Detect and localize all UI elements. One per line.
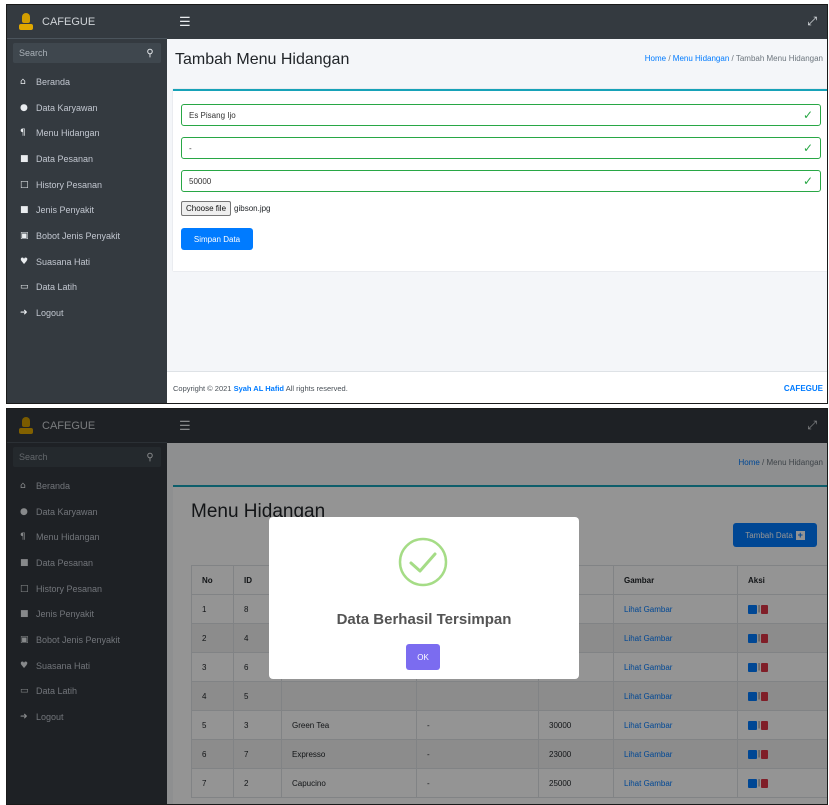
sidebar-item[interactable]: ■ Jenis Penyakit: [7, 197, 167, 223]
author-link[interactable]: Syah AL Hafid: [234, 384, 284, 393]
logout-icon: ➜: [20, 308, 28, 319]
sidebar-item-label: Data Latih: [36, 282, 78, 293]
sidebar-item-label: History Pesanan: [36, 179, 103, 190]
breadcrumb-current: Tambah Menu Hidangan: [735, 54, 823, 63]
choose-file-button[interactable]: Choose file: [181, 201, 232, 216]
sidebar-menu: ⌂ Beranda ● Data Karyawan ¶ Menu Hidangan ■…: [7, 69, 167, 326]
user-icon: ●: [20, 102, 28, 113]
brand-link[interactable]: CAFEGUE: [7, 5, 167, 39]
main-content: Tambah Menu Hidangan Home / Menu Hidanga…: [167, 39, 827, 403]
copyright-text: Copyright © 2021: [173, 384, 232, 393]
sidebar-item-label: Jenis Penyakit: [36, 205, 95, 216]
sidebar-item[interactable]: □ History Pesanan: [7, 172, 167, 198]
sidebar-item[interactable]: ⌂ Beranda: [7, 69, 167, 95]
success-check-icon: [398, 537, 448, 587]
copyright: Copyright © 2021 Syah AL Hafid All right…: [173, 384, 348, 393]
valid-check-icon: ✓: [802, 174, 813, 188]
file-icon: ■: [20, 153, 29, 164]
content-header: Tambah Menu Hidangan Home / Menu Hidanga…: [167, 39, 827, 79]
menu-description-value: -: [189, 143, 192, 153]
save-button[interactable]: Simpan Data: [181, 228, 253, 250]
laptop-icon: ▭: [20, 282, 29, 293]
sidebar-item-label: Logout: [36, 308, 64, 319]
selected-filename: gibson.jpg: [234, 204, 271, 213]
breadcrumb-home[interactable]: Home: [645, 54, 666, 63]
sidebar-item[interactable]: ¶ Menu Hidangan: [7, 120, 167, 146]
home-icon: ⌂: [20, 76, 26, 87]
add-menu-screen: ☰ ⤢ CAFEGUE Search ⚲ ⌂ Beranda ● Data Kary…: [6, 4, 828, 404]
breadcrumb: Home / Menu Hidangan / Tambah Menu Hidan…: [645, 54, 823, 63]
sidebar-search-input[interactable]: Search ⚲: [13, 43, 161, 63]
sidebar-item[interactable]: ♥ Suasana Hati: [7, 249, 167, 275]
sidebar-item[interactable]: ▣ Bobot Jenis Penyakit: [7, 223, 167, 249]
sidebar-item[interactable]: ▭ Data Latih: [7, 275, 167, 301]
page-title: Tambah Menu Hidangan: [175, 51, 350, 68]
search-placeholder: Search: [19, 48, 48, 58]
sidebar: Search ⚲ ⌂ Beranda ● Data Karyawan ¶ Menu H…: [7, 39, 167, 403]
brand-logo-icon: [19, 12, 33, 31]
menu-price-value: 50000: [189, 176, 212, 186]
breadcrumb-sep: /: [731, 54, 734, 63]
rights-text: All rights reserved.: [285, 384, 348, 393]
sidebar-item[interactable]: ● Data Karyawan: [7, 95, 167, 121]
footer-brand: CAFEGUE: [783, 384, 823, 393]
sidebar-item-label: Bobot Jenis Penyakit: [36, 230, 121, 241]
valid-check-icon: ✓: [802, 108, 813, 122]
sidebar-item-label: Suasana Hati: [36, 256, 91, 267]
modal-message: Data Berhasil Tersimpan: [336, 611, 512, 628]
breadcrumb-sep: /: [668, 54, 671, 63]
ok-button[interactable]: OK: [406, 644, 440, 670]
utensils-icon: ¶: [20, 128, 26, 139]
sidebar-item-label: Data Karyawan: [36, 102, 98, 113]
menu-name-value: Es Pisang Ijo: [189, 110, 236, 120]
sidebar-item[interactable]: ➜ Logout: [7, 300, 167, 326]
valid-check-icon: ✓: [802, 141, 813, 155]
brand-name: CAFEGUE: [42, 15, 96, 28]
id-card-icon: ▣: [20, 230, 29, 241]
form-card: Es Pisang Ijo ✓ - ✓ 50000 ✓ Choose file …: [173, 89, 827, 271]
menu-list-screen: ☰ ⤢ CAFEGUE Search ⚲ ⌂ Beranda ● Data Kary…: [6, 408, 828, 805]
sidebar-item[interactable]: ■ Data Pesanan: [7, 146, 167, 172]
clipboard-icon: □: [20, 179, 29, 190]
success-modal: Data Berhasil Tersimpan OK: [269, 517, 579, 679]
sidebar-item-label: Menu Hidangan: [36, 128, 100, 139]
menu-name-field[interactable]: Es Pisang Ijo ✓: [181, 104, 821, 126]
heart-icon: ♥: [20, 256, 29, 267]
search-icon[interactable]: ⚲: [139, 43, 161, 63]
hamburger-menu-icon[interactable]: ☰: [179, 14, 191, 30]
breadcrumb-parent[interactable]: Menu Hidangan: [673, 54, 729, 63]
medkit-icon: ■: [20, 205, 29, 216]
footer: Copyright © 2021 Syah AL Hafid All right…: [167, 371, 827, 403]
sidebar-item-label: Beranda: [36, 76, 71, 87]
sidebar-item-label: Data Pesanan: [36, 153, 94, 164]
menu-description-field[interactable]: - ✓: [181, 137, 821, 159]
fullscreen-icon[interactable]: ⤢: [807, 14, 817, 29]
menu-price-field[interactable]: 50000 ✓: [181, 170, 821, 192]
file-input: Choose file gibson.jpg: [181, 201, 271, 216]
